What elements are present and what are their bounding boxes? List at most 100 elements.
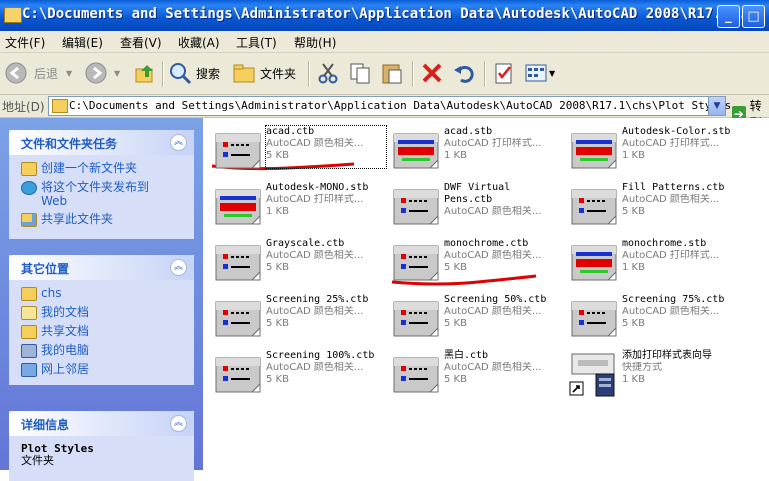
- folders-button[interactable]: 文件夹: [232, 59, 296, 87]
- forward-arrow-icon: [85, 62, 107, 84]
- delete-button[interactable]: [420, 59, 444, 87]
- chevron-down-icon: ▼: [549, 68, 556, 78]
- copy-icon: [350, 63, 370, 84]
- ctb-file-icon: [215, 357, 261, 393]
- file-name: Screening 50%.ctb: [444, 294, 547, 305]
- file-name: Fill Patterns.ctb: [622, 182, 725, 193]
- sidebar-link-folder[interactable]: chs: [21, 286, 194, 301]
- menu-favorites[interactable]: 收藏(A): [178, 34, 220, 51]
- sidebar-link-share-folder[interactable]: 共享此文件夹: [21, 212, 194, 227]
- menu-view[interactable]: 查看(V): [120, 34, 162, 51]
- stb-file-icon: [571, 133, 617, 169]
- file-size: 5 KB: [444, 262, 467, 273]
- sidebar-link-network[interactable]: 网上邻居: [21, 362, 194, 377]
- sidebar-link-my-documents[interactable]: 我的文档: [21, 305, 194, 320]
- file-item[interactable]: monochrome.ctb AutoCAD 颜色相关... 5 KB: [388, 238, 563, 288]
- collapse-chevron-icon[interactable]: ︽: [170, 259, 187, 276]
- other-places-header[interactable]: 其它位置 ︽: [9, 255, 194, 280]
- file-item[interactable]: DWF Virtual Pens.ctb AutoCAD 颜色相关...: [388, 182, 563, 232]
- sidebar-link-publish-web[interactable]: 将这个文件夹发布到 Web: [21, 180, 194, 208]
- search-button[interactable]: 搜索: [168, 59, 220, 87]
- menu-tools[interactable]: 工具(T): [236, 34, 277, 51]
- file-item[interactable]: Screening 50%.ctb AutoCAD 颜色相关... 5 KB: [388, 294, 563, 344]
- ctb-file-icon: [215, 133, 261, 169]
- file-item[interactable]: Screening 25%.ctb AutoCAD 颜色相关... 5 KB: [210, 294, 385, 344]
- undo-icon: [454, 65, 474, 83]
- collapse-chevron-icon[interactable]: ︽: [170, 415, 187, 432]
- details-header[interactable]: 详细信息 ︽: [9, 411, 194, 436]
- collapse-chevron-icon[interactable]: ︽: [170, 134, 187, 151]
- file-label-box: monochrome.stb AutoCAD 打印样式... 1 KB: [622, 238, 742, 280]
- task-pane: 文件和文件夹任务 ︽ 创建一个新文件夹将这个文件夹发布到 Web 共享此文件夹 其…: [0, 118, 203, 481]
- file-type: AutoCAD 颜色相关...: [444, 306, 542, 317]
- file-name: monochrome.stb: [622, 238, 707, 249]
- file-item[interactable]: acad.stb AutoCAD 打印样式... 1 KB: [388, 126, 563, 176]
- up-folder-button[interactable]: [133, 59, 157, 87]
- sidebar-link-label: 将这个文件夹发布到 Web: [41, 180, 150, 208]
- menu-help[interactable]: 帮助(H): [294, 34, 336, 51]
- title-bar[interactable]: C:\Documents and Settings\Administrator\…: [0, 0, 769, 31]
- my-computer-icon: [21, 344, 37, 358]
- file-size: 5 KB: [444, 318, 467, 329]
- file-item[interactable]: acad.ctb AutoCAD 颜色相关... 5 KB: [210, 125, 387, 176]
- paste-button[interactable]: [380, 59, 404, 87]
- menu-file[interactable]: 文件(F): [5, 34, 45, 51]
- chevron-down-icon: ▼: [114, 68, 121, 78]
- properties-button[interactable]: [492, 59, 516, 87]
- address-input[interactable]: C:\Documents and Settings\Administrator\…: [48, 96, 731, 116]
- search-icon: [170, 63, 192, 85]
- cut-button[interactable]: [316, 59, 340, 87]
- forward-button[interactable]: ▼: [84, 59, 120, 87]
- minimize-button[interactable]: _: [717, 5, 740, 28]
- views-icon: [525, 64, 547, 82]
- file-item[interactable]: Screening 75%.ctb AutoCAD 颜色相关... 5 KB: [566, 294, 741, 344]
- file-tasks-header[interactable]: 文件和文件夹任务 ︽: [9, 130, 194, 155]
- back-arrow-icon: [5, 62, 27, 84]
- ctb-file-icon: [393, 357, 439, 393]
- back-button[interactable]: 后退 ▼: [4, 59, 72, 87]
- file-size: 5 KB: [266, 150, 289, 161]
- maximize-button[interactable]: □: [742, 5, 765, 28]
- menu-bar: 文件(F) 编辑(E) 查看(V) 收藏(A) 工具(T) 帮助(H): [0, 31, 769, 53]
- new-folder-icon: [21, 162, 37, 176]
- file-size: 5 KB: [622, 206, 645, 217]
- stb-file-icon: [215, 189, 261, 225]
- file-item[interactable]: Screening 100%.ctb AutoCAD 颜色相关... 5 KB: [210, 350, 385, 400]
- file-name: 黑白.ctb: [444, 350, 489, 361]
- sidebar-link-label: 共享文档: [41, 324, 90, 338]
- address-dropdown-button[interactable]: ▼: [708, 97, 725, 115]
- plot-wizard-shortcut-icon: [568, 350, 618, 398]
- file-type: AutoCAD 颜色相关...: [444, 250, 542, 261]
- file-item[interactable]: 黑白.ctb AutoCAD 颜色相关... 5 KB: [388, 350, 563, 400]
- sidebar-link-my-computer[interactable]: 我的电脑: [21, 343, 194, 358]
- undo-button[interactable]: [452, 59, 476, 87]
- details-title: 详细信息: [21, 418, 70, 432]
- file-name: DWF Virtual Pens.ctb: [444, 182, 511, 205]
- folder-icon: [21, 287, 37, 301]
- folder-icon: [52, 99, 68, 113]
- address-path: C:\Documents and Settings\Administrator\…: [69, 99, 732, 112]
- delete-icon: [422, 63, 442, 83]
- file-type: AutoCAD 颜色相关...: [444, 362, 542, 373]
- file-item[interactable]: 添加打印样式表向导 快捷方式 1 KB: [566, 350, 741, 400]
- file-label-box: Screening 75%.ctb AutoCAD 颜色相关... 5 KB: [622, 294, 742, 336]
- file-item[interactable]: Autodesk-Color.stb AutoCAD 打印样式... 1 KB: [566, 126, 741, 176]
- up-folder-icon: [135, 65, 153, 83]
- file-name: monochrome.ctb: [444, 238, 529, 249]
- views-button[interactable]: ▼: [524, 59, 555, 87]
- menu-edit[interactable]: 编辑(E): [62, 34, 103, 51]
- sidebar-link-new-folder[interactable]: 创建一个新文件夹: [21, 161, 194, 176]
- copy-button[interactable]: [348, 59, 372, 87]
- file-type: AutoCAD 打印样式...: [622, 138, 720, 149]
- file-item[interactable]: Fill Patterns.ctb AutoCAD 颜色相关... 5 KB: [566, 182, 741, 232]
- sidebar-link-shared-documents[interactable]: 共享文档: [21, 324, 194, 339]
- file-item[interactable]: Autodesk-MONO.stb AutoCAD 打印样式... 1 KB: [210, 182, 385, 232]
- file-size: 1 KB: [622, 262, 645, 273]
- file-item[interactable]: monochrome.stb AutoCAD 打印样式... 1 KB: [566, 238, 741, 288]
- file-name: Screening 25%.ctb: [266, 294, 369, 305]
- file-tasks-panel: 文件和文件夹任务 ︽ 创建一个新文件夹将这个文件夹发布到 Web 共享此文件夹: [9, 130, 194, 239]
- file-name: Screening 100%.ctb: [266, 350, 375, 361]
- file-name: Autodesk-MONO.stb: [266, 182, 369, 193]
- file-item[interactable]: Grayscale.ctb AutoCAD 颜色相关... 5 KB: [210, 238, 385, 288]
- ctb-file-icon: [571, 301, 617, 337]
